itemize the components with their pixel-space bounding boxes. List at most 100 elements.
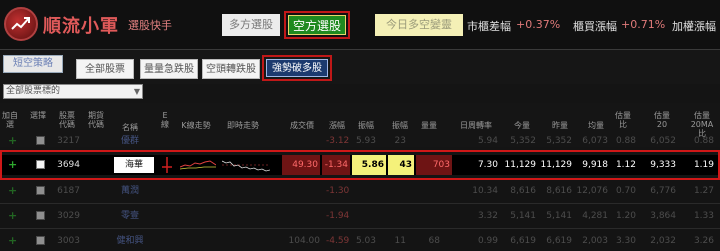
header-turnover-rate: 日周轉率: [460, 121, 492, 130]
header-price: 成交價: [290, 121, 314, 130]
intraday-sparkline: [221, 157, 271, 173]
strategy-button[interactable]: 短空策略: [3, 55, 63, 73]
today-change-button[interactable]: 今日多空變靈: [375, 14, 463, 36]
row-code: 3003: [57, 236, 80, 246]
app-window: 順流小軍 選股快手 多方選股 空方選股 今日多空變靈 市櫃差幅 +0.37% 櫃…: [0, 0, 720, 251]
add-plus-icon[interactable]: +: [8, 131, 17, 151]
header-est20: 估量20: [654, 111, 670, 129]
row-avg-vol: 2,003: [582, 236, 608, 246]
row-amp: 5.93: [355, 136, 376, 146]
row-checkbox[interactable]: [36, 160, 45, 169]
row-est20-ratio: 3.26: [693, 236, 714, 246]
row-name[interactable]: 健和興: [114, 233, 146, 249]
row-code: 6187: [57, 186, 80, 196]
header-volume: 量量: [421, 121, 437, 130]
filter-all-button[interactable]: 全部股票: [76, 59, 134, 79]
row-checkbox[interactable]: [36, 211, 45, 220]
row-code: 3694: [57, 160, 80, 170]
row-today-vol: 11,129: [504, 160, 537, 170]
row-turnover-rate: 7.30: [477, 160, 498, 170]
row-turnover-rate: 0.99: [477, 236, 498, 246]
add-plus-icon[interactable]: +: [8, 155, 17, 175]
row-today-vol: 5,352: [510, 136, 536, 146]
logo-icon: [4, 7, 38, 41]
index2-value: +0.71%: [621, 18, 666, 31]
row-avg-vol: 4,281: [582, 211, 608, 221]
header-code: 股票代碼: [59, 111, 75, 129]
row-est20-ratio: 0.88: [693, 136, 714, 146]
row-amp: 5.86: [352, 155, 386, 175]
header-amp2: 振幅: [392, 121, 408, 130]
header-yest-vol: 昨量: [552, 121, 568, 130]
header-e: E線: [161, 111, 169, 129]
row-est-ratio: 1.20: [615, 211, 636, 221]
table-row[interactable]: + 3029 零壹 -1.94 3.32 5,141 5,141 4,281 1…: [0, 206, 720, 226]
row-avg-vol: 12,076: [576, 186, 609, 196]
filter-strong-break-button[interactable]: 強勢破多股: [266, 59, 328, 77]
row-divider: [0, 203, 720, 204]
table-row[interactable]: + 6187 萬潤 -1.30 10.34 8,616 8,616 12,076…: [0, 181, 720, 201]
row-est-ratio: 3.30: [615, 236, 636, 246]
row-est20: 6,052: [650, 136, 676, 146]
add-plus-icon[interactable]: +: [8, 231, 17, 251]
e-line-marker: [162, 157, 172, 173]
add-plus-icon[interactable]: +: [8, 181, 17, 201]
row-est-ratio: 0.88: [615, 136, 636, 146]
row-turnover-rate: 3.32: [477, 211, 498, 221]
row-turnover-rate: 5.94: [477, 136, 498, 146]
strategy-row: 短空策略 全部股票 量量急跌股 空頭轉跌股: [0, 50, 720, 84]
app-name: 順流小軍: [43, 16, 119, 37]
stock-scope-value: 全部股票標的: [6, 86, 61, 96]
chevron-down-icon: ▼: [133, 87, 140, 96]
row-name[interactable]: 優群: [114, 133, 146, 149]
row-checkbox[interactable]: [36, 236, 45, 245]
row-volume: 68: [428, 236, 440, 246]
index3-label: 加權漲幅: [672, 20, 716, 33]
header-period: 期貨代碼: [88, 111, 104, 129]
row-est20: 9,333: [650, 160, 676, 170]
row-volume: 703: [416, 155, 452, 175]
row-price: 49.30: [282, 155, 320, 175]
table-row[interactable]: + 3003 健和興 104.00 -4.59 5.03 11 68 0.99 …: [0, 231, 720, 251]
row-amp2: 43: [388, 155, 414, 175]
table-row-selected[interactable]: + 3694 海華 49.30 -1.34 5.86 43 703 7.30 1…: [0, 155, 720, 175]
row-checkbox[interactable]: [36, 186, 45, 195]
table-row[interactable]: + 3217 優群 -3.12 5.93 23 5.94 5,352 5,352…: [0, 131, 720, 151]
row-code: 3217: [57, 136, 80, 146]
filter-volume-drop-button[interactable]: 量量急跌股: [140, 59, 198, 79]
row-yest-vol: 11,129: [540, 160, 573, 170]
row-today-vol: 5,141: [510, 211, 536, 221]
row-today-vol: 6,619: [510, 236, 536, 246]
index1-value: +0.37%: [516, 18, 561, 31]
header-today-vol: 今量: [514, 121, 530, 130]
row-avg-vol: 6,073: [582, 136, 608, 146]
stock-scope-select[interactable]: 全部股票標的 ▼: [3, 84, 143, 99]
tab-long[interactable]: 多方選股: [222, 14, 280, 36]
row-name[interactable]: 海華: [114, 157, 154, 173]
top-bar: 順流小軍 選股快手 多方選股 空方選股 今日多空變靈 市櫃差幅 +0.37% 櫃…: [0, 0, 720, 50]
index1-label: 市櫃差幅: [467, 20, 511, 33]
header-change: 漲幅: [329, 121, 345, 130]
index2-label: 櫃買漲幅: [573, 20, 617, 33]
row-checkbox[interactable]: [36, 136, 45, 145]
row-avg-vol: 9,918: [582, 160, 608, 170]
header-kline: K線走勢: [181, 121, 211, 130]
kline-sparkline: [179, 157, 217, 173]
filter-bear-button[interactable]: 空頭轉跌股: [202, 59, 260, 79]
tab-short[interactable]: 空方選股: [288, 15, 346, 35]
header-select: 選擇: [30, 111, 46, 120]
row-name[interactable]: 零壹: [114, 208, 146, 224]
row-change: -1.30: [326, 186, 350, 196]
row-change: -4.59: [326, 236, 350, 246]
header-amp: 振幅: [358, 121, 374, 130]
row-yest-vol: 8,616: [546, 186, 572, 196]
row-change: -1.94: [326, 211, 350, 221]
filter-strong-highlight: 強勢破多股: [262, 55, 332, 81]
row-name[interactable]: 萬潤: [114, 183, 146, 199]
app-subtitle: 選股快手: [128, 19, 172, 32]
row-est20-ratio: 1.27: [693, 186, 714, 196]
row-amp2: 23: [394, 136, 406, 146]
row-today-vol: 8,616: [510, 186, 536, 196]
add-plus-icon[interactable]: +: [8, 206, 17, 226]
row-est20-ratio: 1.33: [693, 211, 714, 221]
